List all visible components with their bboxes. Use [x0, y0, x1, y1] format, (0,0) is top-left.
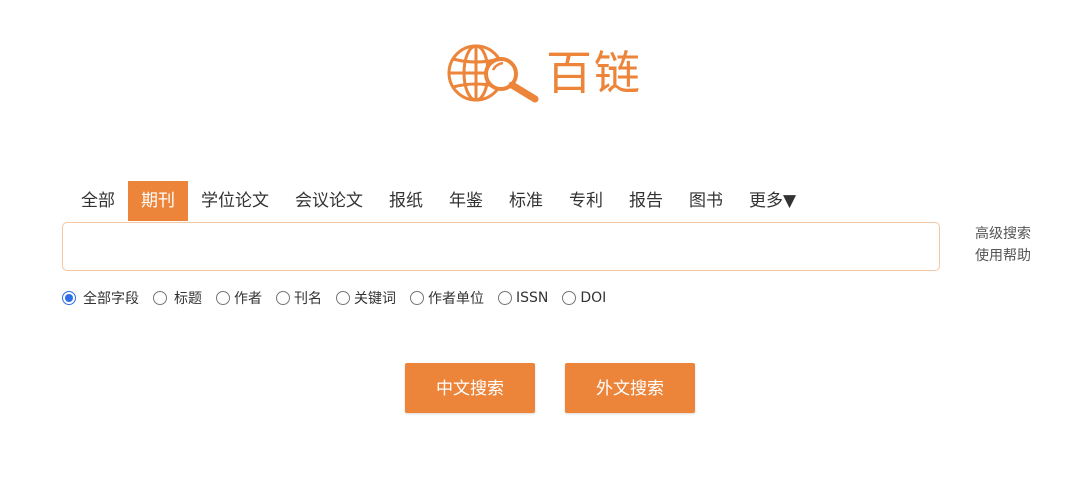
filter-label: 刊名	[294, 291, 322, 307]
search-field-filters: 全部字段 标题 作者 刊名 关键词 作者单位 ISSN DOI	[62, 287, 620, 309]
filter-issn[interactable]: ISSN	[498, 290, 548, 306]
tab-reports[interactable]: 报告	[616, 181, 676, 221]
tab-conference-papers[interactable]: 会议论文	[282, 181, 376, 221]
radio-title[interactable]	[153, 291, 167, 305]
logo: 百链	[446, 40, 642, 106]
search-input[interactable]	[62, 222, 940, 271]
help-link[interactable]: 使用帮助	[975, 245, 1075, 267]
filter-label: 作者	[234, 291, 262, 307]
tab-journals[interactable]: 期刊	[128, 181, 188, 221]
filter-doi[interactable]: DOI	[562, 290, 606, 306]
filter-keywords[interactable]: 关键词	[336, 288, 396, 308]
filter-label: 标题	[174, 291, 202, 307]
advanced-search-link[interactable]: 高级搜索	[975, 223, 1075, 245]
filter-label: 全部字段	[83, 291, 139, 307]
category-tabs: 全部 期刊 学位论文 会议论文 报纸 年鉴 标准 专利 报告 图书 更多▼	[68, 181, 809, 221]
tab-newspapers[interactable]: 报纸	[376, 181, 436, 221]
filter-all-fields[interactable]: 全部字段	[62, 288, 139, 308]
side-links: 高级搜索 使用帮助	[975, 223, 1075, 267]
filter-journal-name[interactable]: 刊名	[276, 288, 322, 308]
filter-label: DOI	[580, 290, 607, 306]
radio-issn[interactable]	[498, 291, 512, 305]
radio-all-fields[interactable]	[62, 291, 76, 305]
tab-more-dropdown[interactable]: 更多▼	[736, 181, 809, 221]
radio-affiliation[interactable]	[410, 291, 424, 305]
filter-author[interactable]: 作者	[216, 288, 262, 308]
radio-journal-name[interactable]	[276, 291, 290, 305]
filter-title[interactable]: 标题	[153, 288, 202, 308]
tab-standards[interactable]: 标准	[496, 181, 556, 221]
globe-magnifier-icon	[447, 44, 539, 103]
foreign-search-button[interactable]: 外文搜索	[565, 363, 695, 413]
tab-patents[interactable]: 专利	[556, 181, 616, 221]
radio-keywords[interactable]	[336, 291, 350, 305]
filter-label: ISSN	[516, 290, 549, 306]
radio-doi[interactable]	[562, 291, 577, 305]
tab-theses[interactable]: 学位论文	[188, 181, 282, 221]
tab-yearbooks[interactable]: 年鉴	[436, 181, 496, 221]
filter-label: 关键词	[354, 291, 396, 307]
brand-name: 百链	[546, 46, 642, 100]
tab-books[interactable]: 图书	[676, 181, 736, 221]
radio-author[interactable]	[216, 291, 230, 305]
filter-label: 作者单位	[428, 291, 484, 307]
filter-affiliation[interactable]: 作者单位	[410, 288, 484, 308]
chinese-search-button[interactable]: 中文搜索	[405, 363, 535, 413]
tab-all[interactable]: 全部	[68, 181, 128, 221]
